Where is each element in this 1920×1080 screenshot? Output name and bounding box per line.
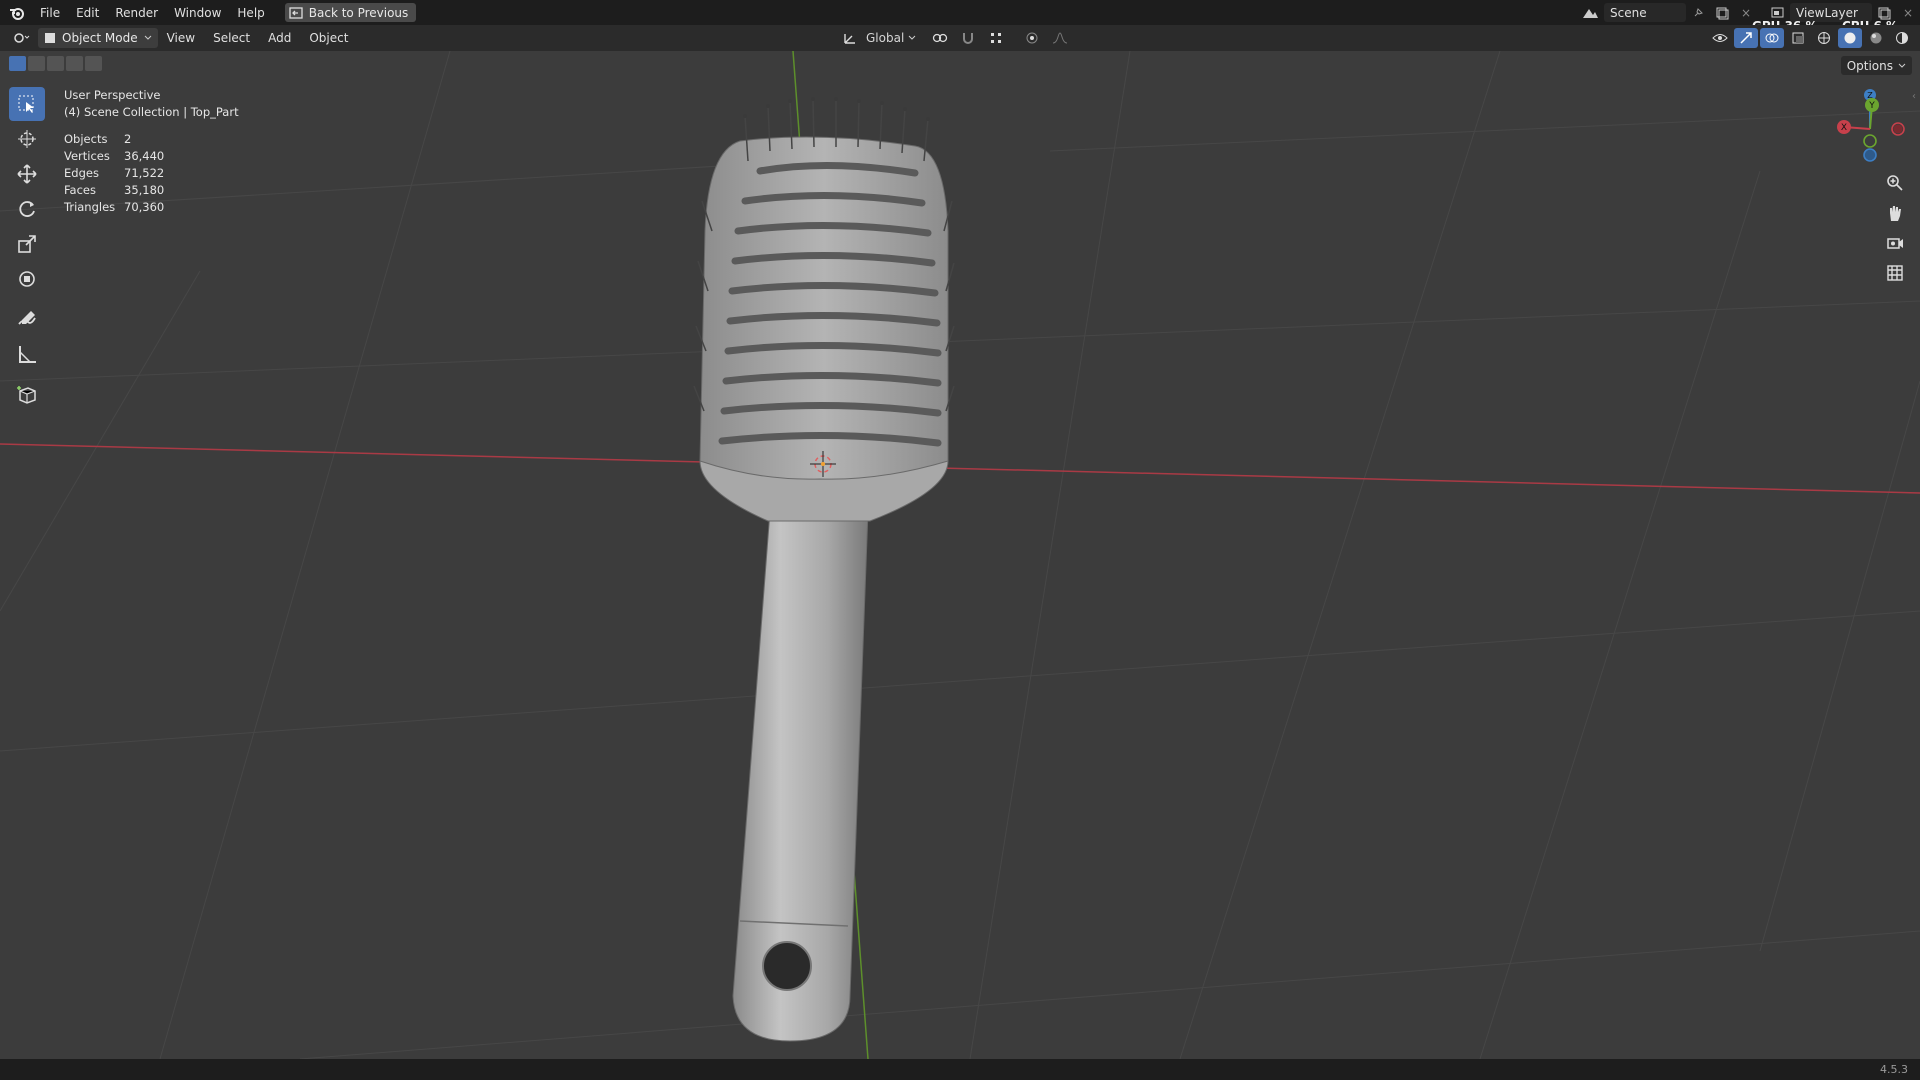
- stat-value: 71,522: [124, 166, 165, 180]
- pan-hand-icon[interactable]: [1882, 201, 1908, 225]
- pin-icon[interactable]: [1686, 3, 1710, 23]
- rendered-shading-icon[interactable]: [1890, 28, 1914, 48]
- viewport-nav-buttons: [1882, 171, 1908, 285]
- stat-label: Faces: [64, 183, 96, 197]
- object-mode-icon: [45, 33, 55, 43]
- menu-file[interactable]: File: [32, 1, 68, 25]
- version-label: 4.5.3: [1880, 1063, 1908, 1076]
- viewlayer-label: ViewLayer: [1796, 5, 1858, 20]
- hairbrush-model[interactable]: [693, 97, 955, 1042]
- move-icon[interactable]: [9, 157, 45, 191]
- stat-row-objects: Objects 2: [64, 131, 239, 148]
- navigation-gizmo[interactable]: Z Y X: [1830, 87, 1910, 167]
- add-cube-icon[interactable]: [9, 377, 45, 411]
- chevron-down-icon: [144, 35, 151, 40]
- transform-icon[interactable]: [9, 262, 45, 296]
- proportional-edit-icon[interactable]: [1020, 28, 1044, 48]
- select-new-icon[interactable]: [9, 56, 26, 71]
- scene-field[interactable]: Scene: [1604, 3, 1686, 22]
- selection-mode-group: [9, 56, 102, 71]
- viewport-header: Object Mode View Select Add Object Globa…: [0, 25, 1920, 51]
- floor-grid: [0, 51, 1920, 1059]
- material-shading-icon[interactable]: [1864, 28, 1888, 48]
- stat-row-vertices: Vertices 36,440: [64, 148, 239, 165]
- options-label: Options: [1846, 58, 1893, 73]
- stat-label: Triangles: [64, 200, 116, 214]
- object-mode-select[interactable]: Object Mode: [38, 28, 158, 48]
- menu-edit[interactable]: Edit: [68, 1, 107, 25]
- editor-type-icon[interactable]: [10, 28, 34, 48]
- back-to-previous-label: Back to Previous: [308, 5, 409, 20]
- 3d-viewport[interactable]: User Perspective (4) Scene Collection | …: [0, 51, 1920, 1059]
- active-collection-label: (4) Scene Collection | Top_Part: [64, 105, 239, 119]
- camera-icon[interactable]: [1882, 231, 1908, 255]
- top-menu-bar: File Edit Render Window Help Back to Pre…: [0, 0, 1920, 33]
- viewport-info-overlay: User Perspective (4) Scene Collection | …: [64, 87, 239, 216]
- back-screen-icon: [289, 6, 303, 19]
- measure-icon[interactable]: [9, 337, 45, 371]
- menu-window[interactable]: Window: [166, 1, 229, 25]
- menu-help[interactable]: Help: [229, 1, 272, 25]
- options-dropdown[interactable]: Options: [1840, 56, 1912, 75]
- svg-text:X: X: [1841, 123, 1847, 133]
- stat-row-faces: Faces 35,180: [64, 182, 239, 199]
- status-bar: 4.5.3: [0, 1059, 1920, 1080]
- gizmo-toggle-icon[interactable]: [1734, 28, 1758, 48]
- stat-value: 36,440: [124, 149, 165, 163]
- transform-controls: Global: [838, 28, 1072, 48]
- cursor-icon[interactable]: [9, 122, 45, 156]
- stat-value: 2: [124, 132, 132, 146]
- snap-toggle-icon[interactable]: [956, 28, 980, 48]
- viewport-scene: [0, 51, 1920, 1059]
- annotate-icon[interactable]: [9, 302, 45, 336]
- select-invert-icon[interactable]: [66, 56, 83, 71]
- menu-add[interactable]: Add: [259, 25, 300, 51]
- xray-toggle-icon[interactable]: [1786, 28, 1810, 48]
- menu-object[interactable]: Object: [300, 25, 357, 51]
- stat-value: 70,360: [124, 200, 165, 214]
- menu-select[interactable]: Select: [204, 25, 259, 51]
- view-perspective-label: User Perspective: [64, 88, 161, 102]
- falloff-curve-icon[interactable]: [1048, 28, 1072, 48]
- zoom-icon[interactable]: [1882, 171, 1908, 195]
- select-extend-icon[interactable]: [28, 56, 45, 71]
- menu-render[interactable]: Render: [107, 1, 166, 25]
- chevron-down-icon: [908, 35, 916, 40]
- stat-row-edges: Edges 71,522: [64, 165, 239, 182]
- grid-view-icon[interactable]: [1882, 261, 1908, 285]
- select-subtract-icon[interactable]: [47, 56, 64, 71]
- chevron-down-icon: [1898, 63, 1906, 68]
- transform-orientation-label[interactable]: Global: [866, 31, 904, 45]
- sidebar-toggle-icon[interactable]: ‹: [1912, 91, 1920, 103]
- wireframe-shading-icon[interactable]: [1812, 28, 1836, 48]
- scene-label: Scene: [1610, 5, 1647, 20]
- solid-shading-icon[interactable]: [1838, 28, 1862, 48]
- delete-viewlayer-icon[interactable]: ×: [1896, 3, 1920, 23]
- rotate-icon[interactable]: [9, 192, 45, 226]
- scene-type-icon[interactable]: [1578, 3, 1602, 23]
- stat-label: Objects: [64, 132, 108, 146]
- stat-label: Edges: [64, 166, 99, 180]
- stat-value: 35,180: [124, 183, 165, 197]
- object-mode-label: Object Mode: [62, 31, 138, 45]
- snap-target-icon[interactable]: [984, 28, 1008, 48]
- pivot-point-icon[interactable]: [928, 28, 952, 48]
- stat-row-triangles: Triangles 70,360: [64, 199, 239, 216]
- shading-controls: [1708, 28, 1914, 48]
- scale-icon[interactable]: [9, 227, 45, 261]
- select-box-icon[interactable]: [9, 87, 45, 121]
- select-intersect-icon[interactable]: [85, 56, 102, 71]
- back-to-previous-button[interactable]: Back to Previous: [284, 3, 417, 22]
- svg-text:Y: Y: [1868, 101, 1875, 111]
- tool-shelf: [9, 87, 47, 412]
- x-axis-line: [0, 443, 1920, 494]
- blender-logo-icon[interactable]: [8, 4, 26, 22]
- new-scene-icon[interactable]: [1710, 3, 1734, 23]
- scene-statistics: Objects 2 Vertices 36,440 Edges 71,522 F…: [64, 131, 239, 216]
- menu-view[interactable]: View: [158, 25, 204, 51]
- transform-orientation-icon[interactable]: [838, 28, 862, 48]
- visibility-eye-icon[interactable]: [1708, 28, 1732, 48]
- stat-label: Vertices: [64, 149, 110, 163]
- overlay-toggle-icon[interactable]: [1760, 28, 1784, 48]
